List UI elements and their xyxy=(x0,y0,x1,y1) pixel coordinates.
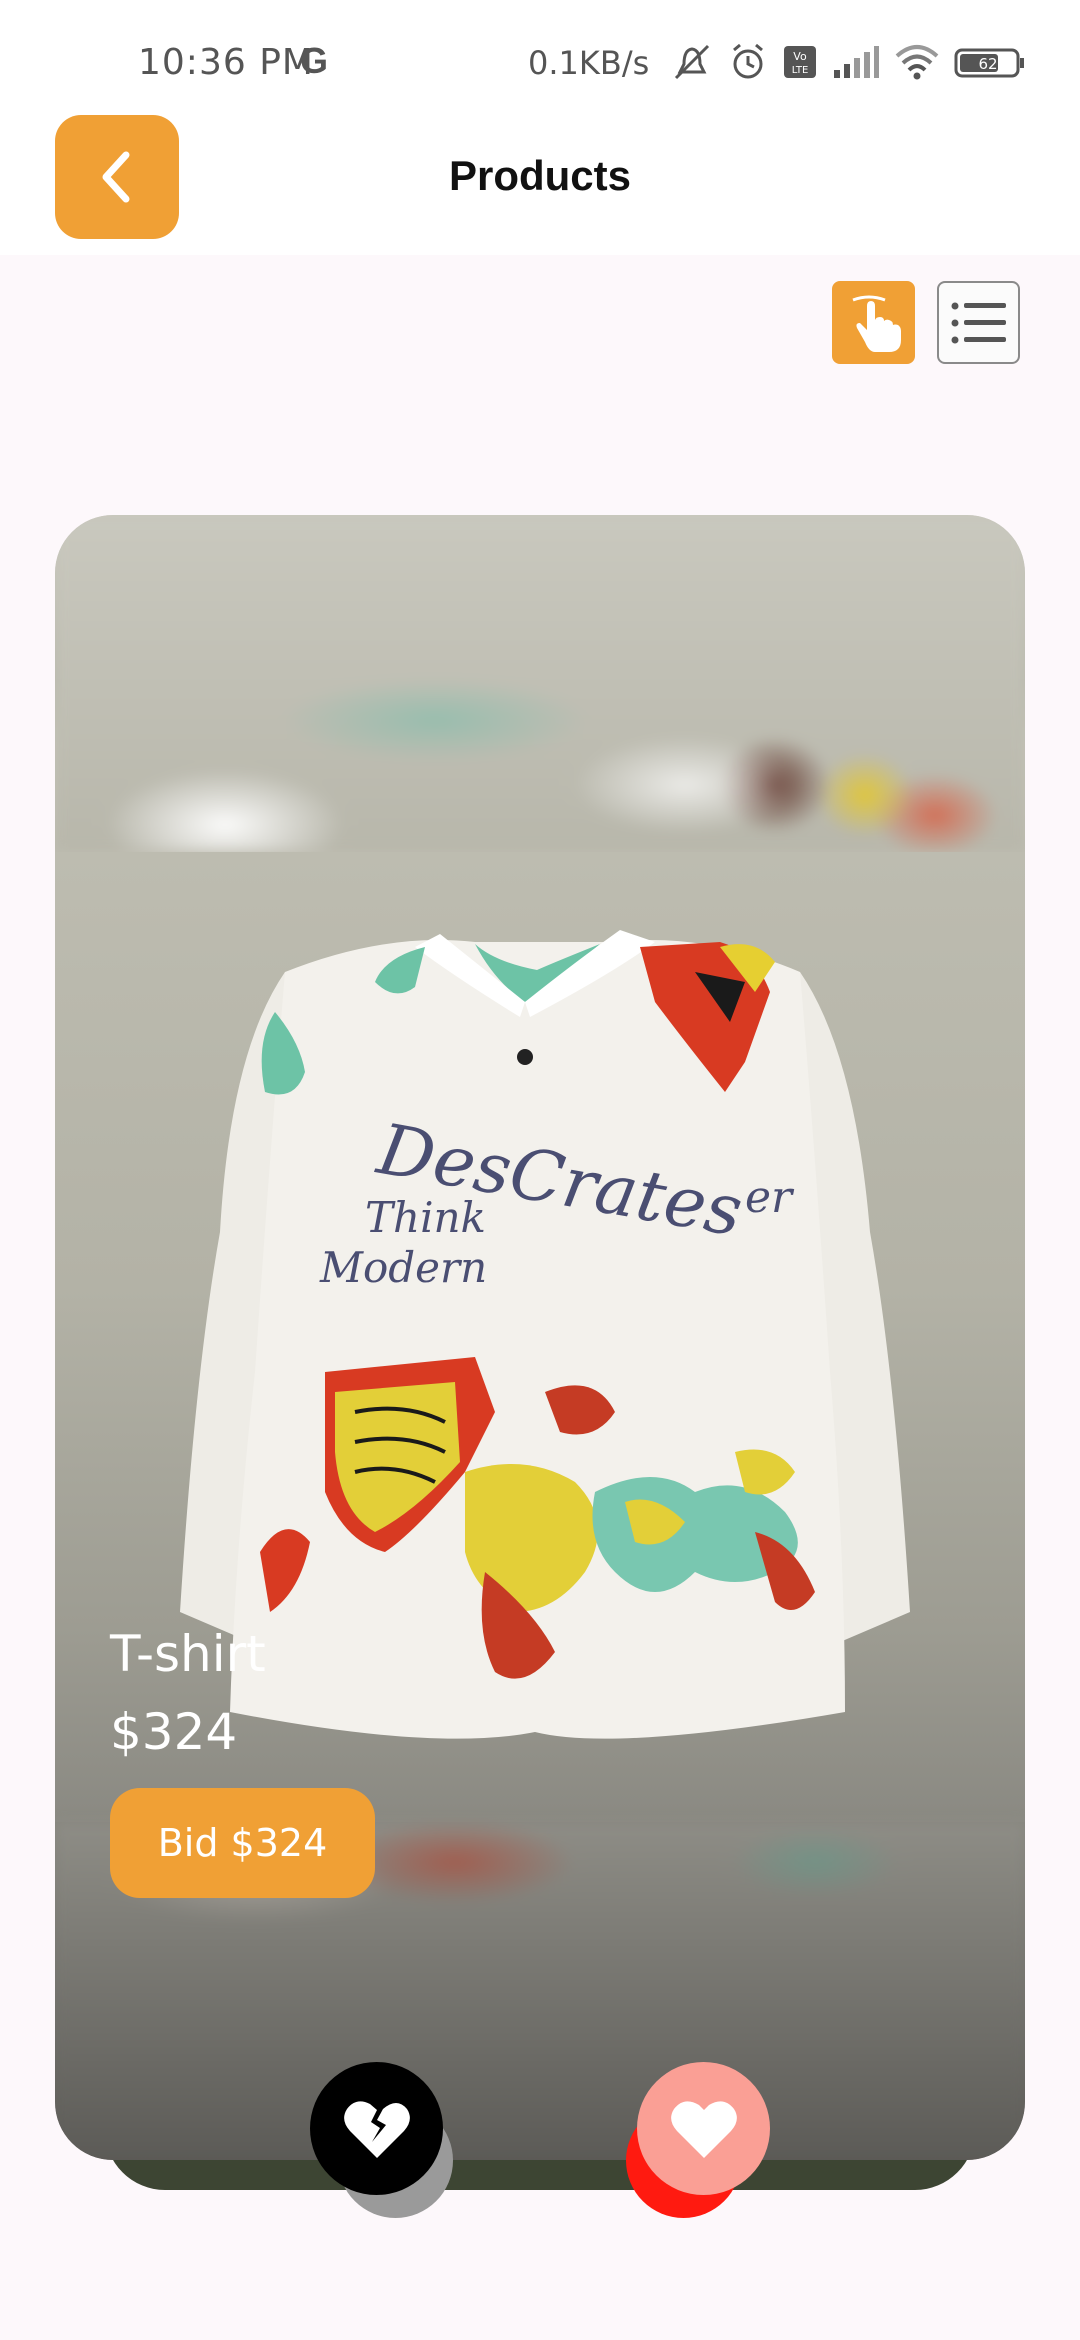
svg-text:LTE: LTE xyxy=(792,65,809,76)
status-icons: Vo LTE 62 xyxy=(670,38,1026,86)
battery-icon: 62 xyxy=(954,48,1024,78)
dislike-button[interactable] xyxy=(310,2062,443,2195)
svg-text:Modern: Modern xyxy=(319,1243,487,1292)
like-button[interactable] xyxy=(637,2062,770,2195)
heart-icon xyxy=(670,2100,737,2158)
swipe-view-button[interactable] xyxy=(832,281,915,364)
product-price: $324 xyxy=(110,1703,238,1761)
image-blur-top xyxy=(55,515,1025,852)
product-card[interactable]: DesCrates Think Modern er xyxy=(55,515,1025,2160)
wifi-icon xyxy=(895,45,939,80)
list-view-button[interactable] xyxy=(937,281,1020,364)
volte-icon: Vo LTE xyxy=(784,46,816,78)
svg-text:Vo: Vo xyxy=(793,50,807,63)
google-icon: G xyxy=(300,40,329,81)
svg-text:er: er xyxy=(745,1172,795,1223)
signal-icon xyxy=(834,46,879,78)
swipe-hand-icon xyxy=(851,295,901,352)
mute-icon xyxy=(674,44,710,80)
status-time: 10:36 PM xyxy=(138,42,314,83)
svg-text:Think: Think xyxy=(365,1193,486,1242)
network-speed: 0.1KB/s xyxy=(528,44,650,82)
product-name: T-shirt xyxy=(110,1625,266,1683)
bid-button[interactable]: Bid $324 xyxy=(110,1788,375,1898)
alarm-icon xyxy=(733,43,763,79)
svg-text:62: 62 xyxy=(978,55,997,73)
broken-heart-icon xyxy=(343,2100,410,2158)
list-icon xyxy=(951,302,1006,343)
page-title: Products xyxy=(448,152,632,199)
app-bar: Products xyxy=(0,110,1080,255)
status-bar: 10:36 PM G 0.1KB/s Vo LTE 62 xyxy=(0,0,1080,120)
